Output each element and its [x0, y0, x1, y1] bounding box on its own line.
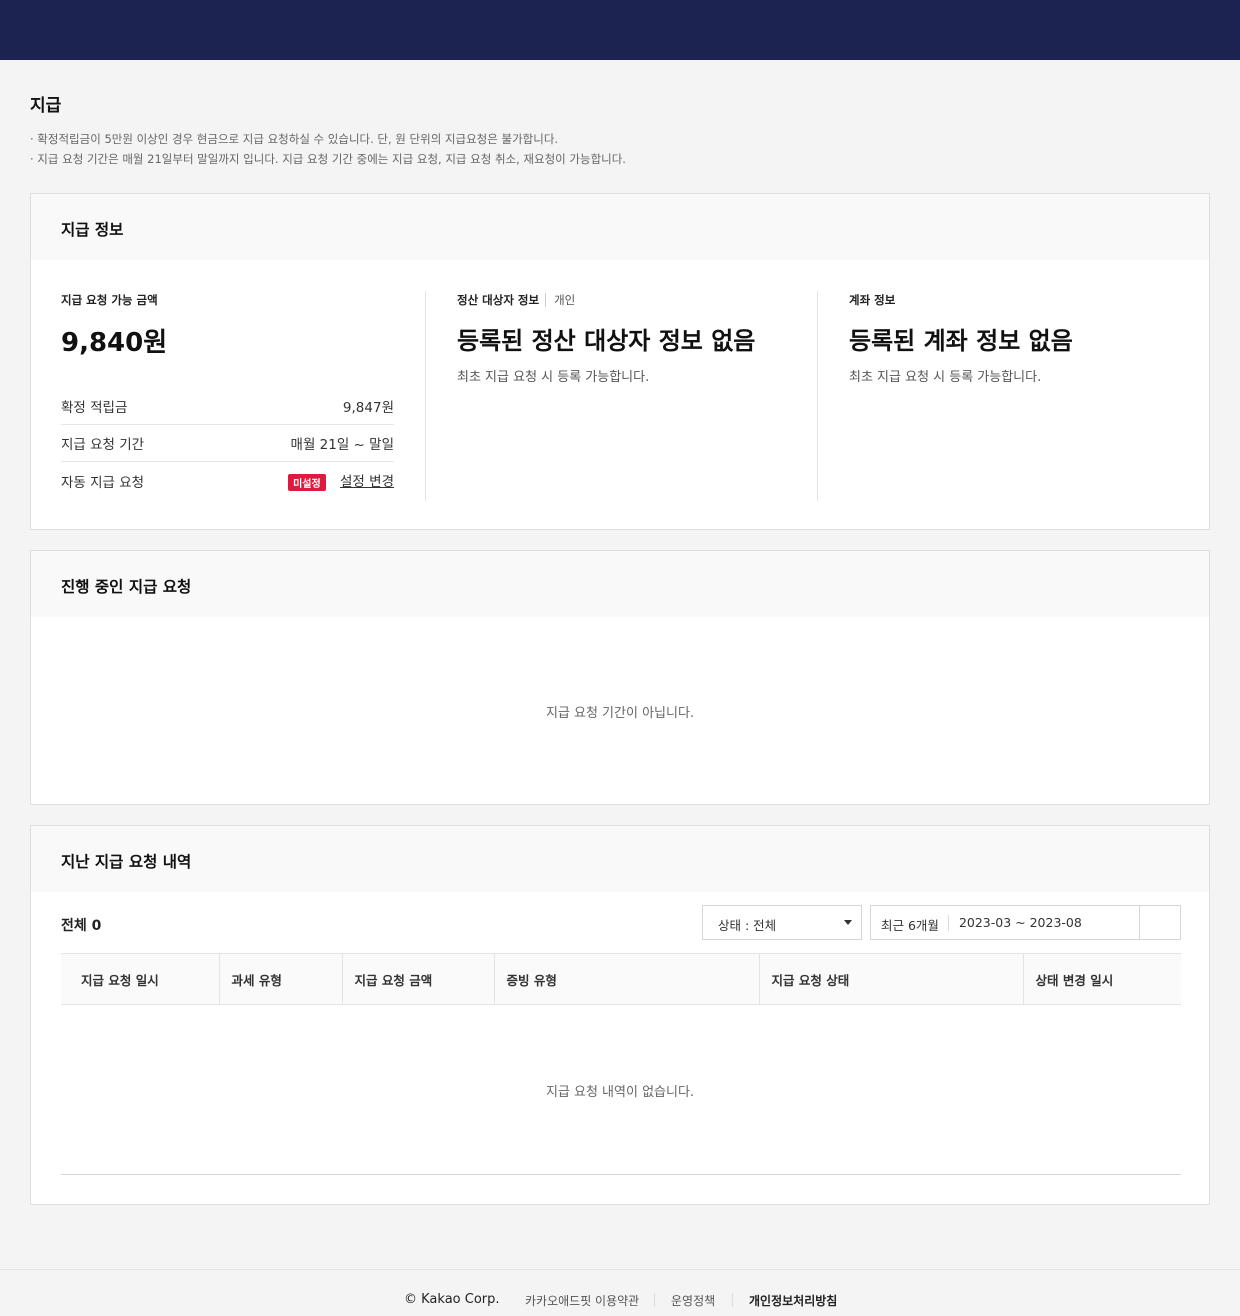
status-filter-select[interactable]: 상태 : 전체	[702, 905, 862, 940]
settlement-target-type: 개인	[545, 293, 576, 307]
panel-title: 지급 정보	[31, 194, 1209, 260]
panel-title: 지난 지급 요청 내역	[31, 826, 1209, 892]
copyright: © Kakao Corp.	[404, 1292, 500, 1307]
column-header: 과세 유형	[218, 953, 342, 1005]
confirmed-points-row: 확정 적립금 9,847원	[61, 388, 394, 425]
column-header: 증빙 유형	[493, 953, 759, 1005]
terms-link[interactable]: 카카오애드핏 이용약관	[525, 1292, 639, 1309]
account-info-label: 계좌 정보	[849, 293, 896, 307]
period-label: 최근 6개월	[871, 906, 949, 939]
settlement-target-column: 정산 대상자 정보 개인 등록된 정산 대상자 정보 없음 최초 지급 요청 시 …	[425, 291, 818, 501]
column-header: 상태 변경 일시	[1022, 953, 1181, 1005]
total-count: 전체 0	[61, 918, 102, 934]
table-bottom-divider	[61, 1174, 1181, 1175]
summary-rows: 확정 적립금 9,847원 지급 요청 기간 매월 21일 ~ 말일 자동 지급…	[61, 388, 394, 499]
row-value: 매월 21일 ~ 말일	[290, 437, 394, 453]
row-label: 확정 적립금	[61, 400, 128, 416]
status-badge: 미설정	[288, 473, 326, 491]
status-filter-value: 상태 : 전체	[718, 918, 777, 933]
empty-message: 지급 요청 기간이 아닙니다.	[545, 706, 695, 721]
history-panel: 지난 지급 요청 내역 전체 0 상태 : 전체 최근 6개월 2023-03 …	[30, 825, 1210, 1205]
row-value: 9,847원	[342, 400, 394, 416]
operation-policy-link[interactable]: 운영정책	[671, 1292, 715, 1309]
account-info-headline: 등록된 계좌 정보 없음	[849, 327, 1073, 355]
column-header: 지급 요청 상태	[758, 953, 1023, 1005]
notice-item: · 지급 요청 기간은 매월 21일부터 말일까지 입니다. 지급 요청 기간 …	[30, 152, 626, 166]
footer: © Kakao Corp. 카카오애드핏 이용약관 운영정책 개인정보처리방침	[0, 1269, 1240, 1316]
in-progress-panel: 진행 중인 지급 요청 지급 요청 기간이 아닙니다.	[30, 550, 1210, 805]
date-range-filter: 최근 6개월 2023-03 ~ 2023-08	[870, 905, 1181, 940]
account-info-desc: 최초 지급 요청 시 등록 가능합니다.	[849, 370, 1042, 385]
calendar-button[interactable]	[1140, 906, 1180, 939]
chevron-down-icon	[844, 920, 852, 925]
available-amount-column: 지급 요청 가능 금액 9,840원 확정 적립금 9,847원 지급 요청 기…	[61, 291, 394, 501]
settlement-target-headline: 등록된 정산 대상자 정보 없음	[457, 327, 756, 355]
payment-info-panel: 지급 정보 지급 요청 가능 금액 9,840원 확정 적립금 9,847원 지…	[30, 193, 1210, 530]
notice-item: · 확정적립금이 5만원 이상인 경우 현금으로 지급 요청하실 수 있습니다.…	[30, 132, 559, 146]
request-period-row: 지급 요청 기간 매월 21일 ~ 말일	[61, 425, 394, 462]
available-amount: 9,840원	[61, 328, 168, 358]
empty-message: 지급 요청 내역이 없습니다.	[545, 1085, 695, 1100]
privacy-policy-link[interactable]: 개인정보처리방침	[749, 1292, 837, 1309]
auto-request-controls: 미설정 설정 변경	[288, 470, 394, 491]
notice-list: · 확정적립금이 5만원 이상인 경우 현금으로 지급 요청하실 수 있습니다.…	[30, 129, 626, 169]
auto-request-row: 자동 지급 요청 미설정 설정 변경	[61, 462, 394, 499]
settlement-target-desc: 최초 지급 요청 시 등록 가능합니다.	[457, 370, 650, 385]
column-header: 지급 요청 금액	[341, 953, 494, 1005]
settlement-target-label: 정산 대상자 정보 개인	[457, 291, 818, 309]
row-label: 지급 요청 기간	[61, 437, 145, 453]
account-info-column: 계좌 정보 등록된 계좌 정보 없음 최초 지급 요청 시 등록 가능합니다.	[817, 291, 1187, 501]
divider	[732, 1293, 733, 1307]
history-table: 지급 요청 일시 과세 유형 지급 요청 금액 증빙 유형 지급 요청 상태 상…	[61, 953, 1181, 1005]
top-navigation-bar	[0, 0, 1240, 60]
date-range-input[interactable]: 2023-03 ~ 2023-08	[949, 906, 1140, 939]
divider	[654, 1293, 655, 1307]
change-settings-link[interactable]: 설정 변경	[340, 474, 394, 490]
panel-title: 진행 중인 지급 요청	[31, 551, 1209, 617]
available-amount-label: 지급 요청 가능 금액	[61, 293, 158, 307]
table-header-row: 지급 요청 일시 과세 유형 지급 요청 금액 증빙 유형 지급 요청 상태 상…	[61, 953, 1181, 1005]
page-title: 지급	[30, 96, 62, 116]
row-label: 자동 지급 요청	[61, 474, 145, 491]
column-header: 지급 요청 일시	[61, 953, 219, 1005]
settlement-target-label-text: 정산 대상자 정보	[457, 293, 540, 307]
